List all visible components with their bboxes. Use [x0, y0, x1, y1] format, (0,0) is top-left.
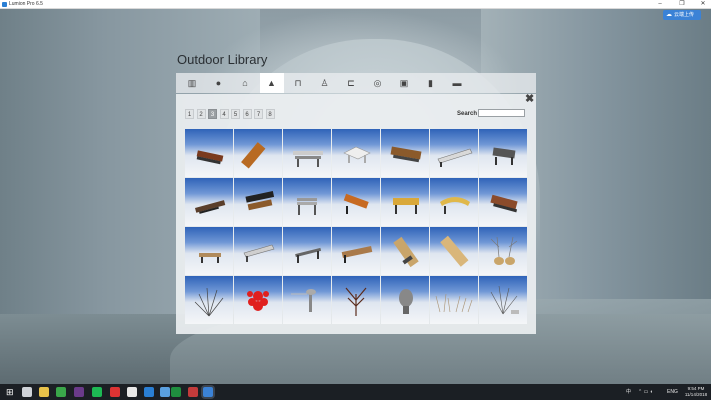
- library-item-bench-brown-classic[interactable]: [479, 178, 527, 226]
- tab-bench-icon[interactable]: ⊓: [286, 73, 310, 93]
- library-item-bench-wide-slats[interactable]: [332, 227, 380, 275]
- bin-icon: ▮: [428, 78, 433, 88]
- page-button[interactable]: 4: [219, 109, 229, 119]
- library-title: Outdoor Library: [177, 52, 268, 67]
- library-item-dry-grass-clump[interactable]: [430, 276, 478, 324]
- cloud-upload-button[interactable]: ☁ 云端上传: [663, 10, 701, 20]
- sketchup-icon[interactable]: [188, 387, 198, 397]
- library-item-bench-low-dark[interactable]: [185, 178, 233, 226]
- library-item-bare-bush-small[interactable]: [479, 276, 527, 324]
- sofa-icon: ⊏: [347, 78, 355, 88]
- media-icon[interactable]: [110, 387, 120, 397]
- library-item-red-coral-sculpture[interactable]: [234, 276, 282, 324]
- maximize-button[interactable]: ❐: [675, 0, 689, 9]
- search-label: Search: [457, 111, 478, 117]
- pavilion-icon: ▲: [267, 78, 276, 88]
- taskbar-clock[interactable]: 9:54 PM 11/14/2018: [683, 386, 709, 398]
- cloud-upload-label: 云端上传: [674, 12, 695, 18]
- library-item-bench-yellow-seat[interactable]: [381, 178, 429, 226]
- page-button[interactable]: 1: [185, 109, 194, 119]
- tray-network-icon[interactable]: ⌃ ▭ ◖: [638, 384, 653, 400]
- library-panel: ✖ 12345678 Search: [176, 94, 536, 334]
- tab-lamp-icon[interactable]: ♙: [313, 73, 337, 93]
- library-item-bench-modern-silver[interactable]: [430, 129, 478, 177]
- bench-icon: ⊓: [294, 78, 302, 88]
- library-item-bench-wood-red[interactable]: [185, 129, 233, 177]
- tab-house-icon[interactable]: ⌂: [233, 73, 257, 93]
- ball-icon: ●: [215, 78, 222, 88]
- spotify-icon[interactable]: [92, 387, 102, 397]
- tab-bin-icon[interactable]: ▮: [419, 73, 443, 93]
- page-button[interactable]: 5: [231, 109, 240, 119]
- page-button[interactable]: 2: [196, 109, 206, 119]
- tab-fence-icon[interactable]: ▥: [180, 73, 204, 93]
- library-item-bench-yellow-curved[interactable]: [430, 178, 478, 226]
- library-item-bench-metal-grey[interactable]: [283, 178, 331, 226]
- library-item-bench-small-tan[interactable]: [185, 227, 233, 275]
- library-item-bench-wood-orange[interactable]: [332, 178, 380, 226]
- tab-pavilion-icon[interactable]: ▲: [259, 73, 284, 93]
- library-item-bench-wood-slats[interactable]: [381, 129, 429, 177]
- library-item-bench-slim-dark[interactable]: [283, 227, 331, 275]
- taskbar: 中 ⌃ ▭ ◖ ENG 9:54 PM 11/14/2018 ⊞: [0, 384, 711, 400]
- clock-date: 11/14/2018: [684, 392, 708, 397]
- page-button[interactable]: 3: [208, 109, 217, 119]
- house-icon: ⌂: [242, 78, 248, 88]
- library-item-bench-angled-wood[interactable]: [430, 227, 478, 275]
- tab-playground-icon[interactable]: ◎: [366, 73, 390, 93]
- library-item-bench-dark-frame[interactable]: [479, 129, 527, 177]
- close-window-button[interactable]: ✕: [696, 0, 710, 9]
- library-item-picnic-table-white[interactable]: [332, 129, 380, 177]
- page-button[interactable]: 7: [254, 109, 263, 119]
- tab-ball-icon[interactable]: ●: [207, 73, 231, 93]
- library-item-stone-bust[interactable]: [381, 276, 429, 324]
- cloud-icon: ☁: [666, 12, 672, 18]
- library-item-antler-sculpture[interactable]: [332, 276, 380, 324]
- tray-lang[interactable]: 中: [626, 384, 631, 400]
- browser-icon[interactable]: [56, 387, 66, 397]
- lamp-icon: ♙: [320, 78, 329, 88]
- library-item-fountain-tap[interactable]: [283, 276, 331, 324]
- editor-icon[interactable]: [74, 387, 84, 397]
- tab-sofa-icon[interactable]: ⊏: [339, 73, 363, 93]
- library-item-bench-long-grey[interactable]: [234, 227, 282, 275]
- app-icon[interactable]: [160, 387, 170, 397]
- app-logo-icon: [2, 2, 7, 7]
- minimize-button[interactable]: –: [653, 0, 667, 9]
- search-input[interactable]: [478, 109, 525, 117]
- file-explorer-icon[interactable]: [39, 387, 49, 397]
- category-tab-bar: ▥ ● ⌂ ▲ ⊓ ♙ ⊏ ◎ ▣ ▮ ▬: [176, 73, 536, 93]
- library-item-bench-plank-slanted[interactable]: [234, 129, 282, 177]
- tab-sign-icon[interactable]: ▣: [392, 73, 416, 93]
- page-button[interactable]: 8: [265, 109, 275, 119]
- excel-icon[interactable]: [171, 387, 181, 397]
- playground-icon: ◎: [373, 78, 382, 88]
- window-title: Lumion Pro 6.5: [9, 1, 43, 7]
- fence-icon: ▥: [187, 78, 197, 88]
- chrome-icon[interactable]: [127, 387, 137, 397]
- library-item-bench-curved-black[interactable]: [234, 178, 282, 226]
- sign-icon: ▣: [399, 78, 409, 88]
- edge-icon[interactable]: [144, 387, 154, 397]
- library-item-tree-planters-pair[interactable]: [479, 227, 527, 275]
- tray-language[interactable]: ENG: [667, 384, 678, 400]
- tab-table-icon[interactable]: ▬: [445, 73, 469, 93]
- close-icon[interactable]: ✖: [525, 94, 534, 105]
- window-titlebar: Lumion Pro 6.5 – ❐ ✕: [0, 0, 711, 9]
- library-item-bare-shrub[interactable]: [185, 276, 233, 324]
- lumion-icon[interactable]: [203, 387, 213, 397]
- library-item-picnic-table-metal[interactable]: [283, 129, 331, 177]
- page-button[interactable]: 6: [242, 109, 252, 119]
- library-item-bench-tilted-wood[interactable]: [381, 227, 429, 275]
- task-view-icon[interactable]: [22, 387, 32, 397]
- table-icon: ▬: [452, 78, 462, 88]
- start-icon[interactable]: ⊞: [6, 387, 16, 397]
